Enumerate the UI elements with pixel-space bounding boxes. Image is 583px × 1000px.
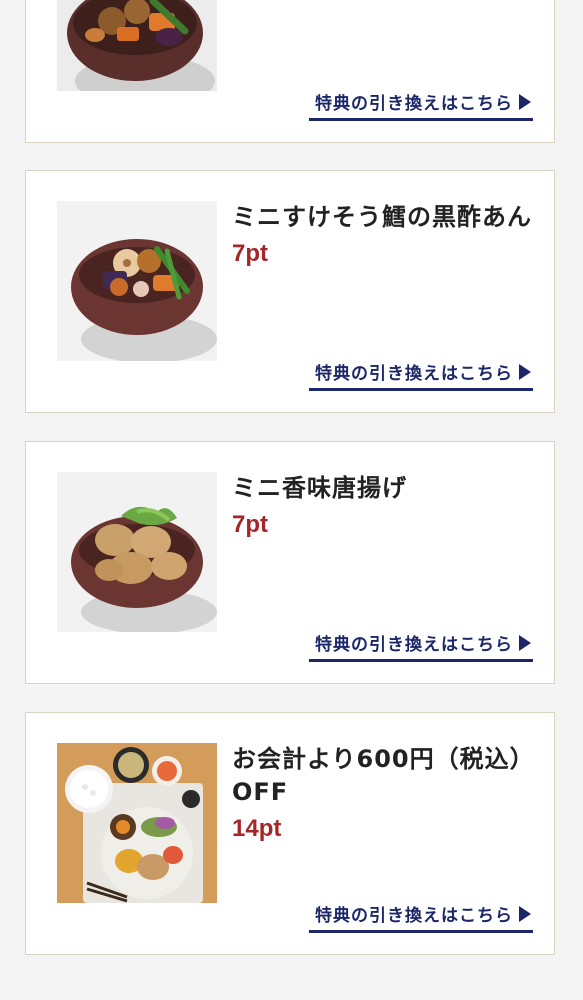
reward-title: ミニすけそう鱈の黒酢あん (232, 203, 532, 231)
reward-title: ミニ香味唐揚げ (232, 474, 407, 502)
set-meal-tray-image (57, 743, 217, 903)
redeem-link[interactable]: 特典の引き換えはこちら (309, 630, 533, 662)
reward-points: 7pt (232, 240, 268, 267)
fried-chicken-bowl-image (57, 472, 217, 632)
redeem-link-label: 特典の引き換えはこちら (315, 364, 513, 384)
reward-info: ミニすけそう鱈の黒酢あん 7pt (232, 201, 532, 268)
reward-points: 7pt (232, 511, 268, 538)
reward-title: お会計より600円（税込）OFF (232, 745, 523, 806)
mixed-vegetable-bowl-image (57, 0, 217, 91)
reward-card: 7pt 特典の引き換えはこちら (25, 0, 555, 143)
reward-info: ミニ香味唐揚げ 7pt (232, 472, 532, 539)
redeem-link[interactable]: 特典の引き換えはこちら (309, 89, 533, 121)
reward-info: お会計より600円（税込）OFF 14pt (232, 743, 532, 843)
triangle-right-icon (519, 905, 531, 922)
reward-card: ミニ香味唐揚げ 7pt 特典の引き換えはこちら (25, 441, 555, 684)
redeem-link-label: 特典の引き換えはこちら (315, 94, 513, 114)
reward-card: お会計より600円（税込）OFF 14pt 特典の引き換えはこちら (25, 712, 555, 955)
redeem-link[interactable]: 特典の引き換えはこちら (309, 901, 533, 933)
redeem-link[interactable]: 特典の引き換えはこちら (309, 359, 533, 391)
triangle-right-icon (519, 634, 531, 651)
black-vinegar-pollock-bowl-image (57, 201, 217, 361)
redeem-link-label: 特典の引き換えはこちら (315, 906, 513, 926)
redeem-link-label: 特典の引き換えはこちら (315, 635, 513, 655)
triangle-right-icon (519, 363, 531, 380)
reward-points: 14pt (232, 815, 282, 842)
reward-list-viewport[interactable]: 7pt 特典の引き換えはこちら (0, 0, 583, 1000)
triangle-right-icon (519, 93, 531, 110)
reward-card: ミニすけそう鱈の黒酢あん 7pt 特典の引き換えはこちら (25, 170, 555, 413)
